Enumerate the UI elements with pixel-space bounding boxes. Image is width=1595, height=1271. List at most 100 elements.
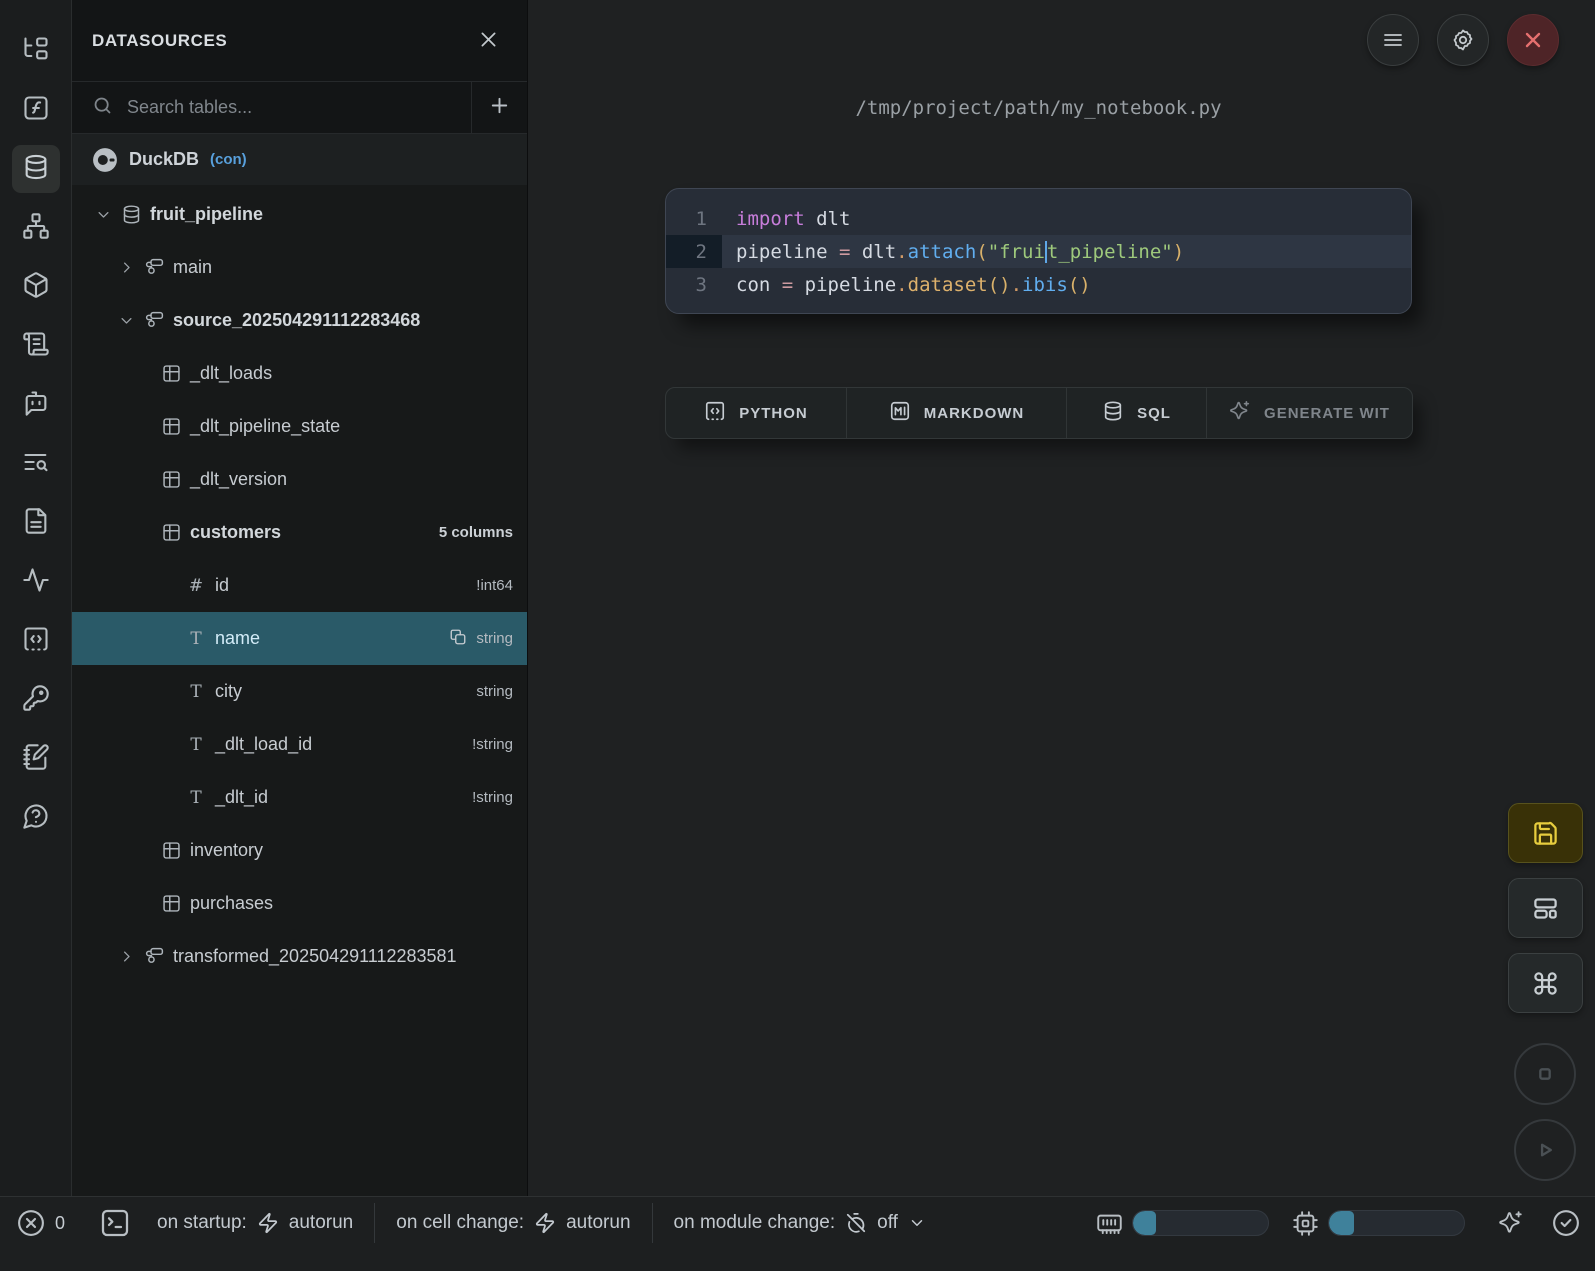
search-input[interactable]: [127, 97, 459, 118]
command-button[interactable]: [1508, 953, 1583, 1013]
tree-row-inventory[interactable]: inventory: [72, 824, 527, 877]
datasources-panel: DATASOURCES DuckDB (con) fruit_pipelinem…: [72, 0, 528, 1196]
add-datasource-button[interactable]: [471, 82, 527, 133]
tree-meta-value: 5 columns: [439, 524, 513, 541]
package-box-icon: [22, 271, 50, 304]
on-cell-change-setting[interactable]: on cell change:autorun: [396, 1212, 630, 1234]
database-icon: [22, 153, 50, 186]
on-module-change-value: off: [877, 1212, 898, 1234]
tree-row-fruit_pipeline[interactable]: fruit_pipeline: [72, 188, 527, 241]
chevron-down-icon[interactable]: [96, 207, 120, 222]
status-check-button[interactable]: [1551, 1208, 1581, 1238]
menu-button[interactable]: [1367, 14, 1419, 66]
add-cell-label: GENERATE WIT: [1264, 405, 1390, 422]
tree-row-transformed_202504291112283581[interactable]: transformed_202504291112283581: [72, 930, 527, 983]
ai-sparkles-button[interactable]: [1498, 1210, 1524, 1236]
memory-usage-meter[interactable]: [1132, 1210, 1269, 1236]
tree-label: _dlt_pipeline_state: [190, 416, 340, 437]
tree-row-customers[interactable]: customers5 columns: [72, 506, 527, 559]
code-cell[interactable]: 1import dlt2pipeline = dlt.attach("fruit…: [665, 188, 1412, 314]
tree-meta-value: !int64: [476, 577, 513, 594]
on-module-change-label: on module change:: [674, 1212, 836, 1234]
ram-icon: [1096, 1210, 1123, 1237]
rail-item-chat-bot[interactable]: [12, 381, 60, 429]
tree-row-main[interactable]: main: [72, 241, 527, 294]
notebook-main-area: /tmp/project/path/my_notebook.py 1import…: [528, 0, 1595, 1196]
close-button[interactable]: [1507, 14, 1559, 66]
tree-meta: string: [449, 628, 513, 650]
save-button[interactable]: [1508, 803, 1583, 863]
cpu-usage-meter[interactable]: [1328, 1210, 1465, 1236]
tree-row-name[interactable]: Tnamestring: [72, 612, 527, 665]
terminal-button[interactable]: [99, 1207, 131, 1239]
add-cell-sql-button[interactable]: SQL: [1066, 388, 1206, 438]
close-icon: [478, 29, 499, 53]
tree-row-_dlt_load_id[interactable]: T_dlt_load_id!string: [72, 718, 527, 771]
tree-meta: string: [476, 683, 513, 700]
rail-item-file-tree[interactable]: [12, 27, 60, 75]
scroll-text-icon: [22, 330, 50, 363]
tree-label: main: [173, 257, 212, 278]
tree-row-city[interactable]: Tcitystring: [72, 665, 527, 718]
tree-meta: 5 columns: [439, 524, 513, 541]
file-text-icon: [22, 507, 50, 540]
rail-item-notebook-pen[interactable]: [12, 735, 60, 783]
datasource-tree: fruit_pipelinemain source_202504291112283…: [72, 185, 527, 983]
tree-row-_dlt_loads[interactable]: _dlt_loads: [72, 347, 527, 400]
rail-item-package-box[interactable]: [12, 263, 60, 311]
rail-item-help-circle[interactable]: [12, 794, 60, 842]
rail-item-key[interactable]: [12, 676, 60, 724]
chevron-right-icon[interactable]: [119, 260, 143, 275]
notebook-pen-icon: [22, 743, 50, 776]
code-line[interactable]: 1import dlt: [666, 202, 1411, 235]
tree-row-source_202504291112283468[interactable]: source_202504291112283468: [72, 294, 527, 347]
string-column-icon: T: [185, 787, 207, 809]
settings-button[interactable]: [1437, 14, 1489, 66]
rail-item-file-text[interactable]: [12, 499, 60, 547]
add-cell-generate-wit-button[interactable]: GENERATE WIT: [1206, 388, 1412, 438]
close-panel-button[interactable]: [473, 26, 503, 56]
rail-item-function-square[interactable]: [12, 86, 60, 134]
connection-badge: (con): [210, 151, 247, 168]
rail-item-text-search[interactable]: [12, 440, 60, 488]
tree-label: transformed_202504291112283581: [173, 946, 457, 967]
errors-indicator[interactable]: 0: [16, 1208, 65, 1238]
add-cell-label: MARKDOWN: [924, 405, 1024, 422]
tree-row-_dlt_pipeline_state[interactable]: _dlt_pipeline_state: [72, 400, 527, 453]
add-cell-markdown-button[interactable]: MARKDOWN: [846, 388, 1066, 438]
add-cell-python-button[interactable]: PYTHON: [666, 388, 846, 438]
tree-label: _dlt_id: [215, 787, 268, 808]
rail-item-activity[interactable]: [12, 558, 60, 606]
tree-meta-value: !string: [472, 736, 513, 753]
on-startup-value: autorun: [289, 1212, 353, 1234]
rail-item-code-square[interactable]: [12, 617, 60, 665]
on-startup-setting[interactable]: on startup:autorun: [157, 1212, 353, 1234]
gear-icon: [1451, 28, 1475, 52]
cpu-usage-fill: [1329, 1211, 1354, 1235]
chevron-down-icon[interactable]: [119, 313, 143, 328]
text-search-icon: [22, 448, 50, 481]
schema-icon: [143, 946, 165, 968]
tree-row-purchases[interactable]: purchases: [72, 877, 527, 930]
add-cell-label: PYTHON: [739, 405, 808, 422]
rail-item-scroll-text[interactable]: [12, 322, 60, 370]
chevron-right-icon[interactable]: [119, 949, 143, 964]
code-content: import dlt: [722, 202, 1411, 235]
copy-icon[interactable]: [449, 628, 467, 650]
connection-row-duckdb[interactable]: DuckDB (con): [72, 134, 527, 185]
tree-row-_dlt_id[interactable]: T_dlt_id!string: [72, 771, 527, 824]
code-line[interactable]: 3con = pipeline.dataset().ibis(): [666, 268, 1411, 301]
tree-row-_dlt_version[interactable]: _dlt_version: [72, 453, 527, 506]
rail-item-database[interactable]: [12, 145, 60, 193]
statusbar-divider: [652, 1203, 653, 1243]
on-module-change-setting[interactable]: on module change: off: [674, 1212, 926, 1234]
zap-icon: [257, 1212, 279, 1234]
stop-button[interactable]: [1514, 1043, 1576, 1105]
rail-item-network[interactable]: [12, 204, 60, 252]
chat-bot-icon: [22, 389, 50, 422]
stop-square-icon: [1531, 1060, 1559, 1088]
run-button[interactable]: [1514, 1119, 1576, 1181]
code-line[interactable]: 2pipeline = dlt.attach("fruit_pipeline"): [666, 235, 1411, 268]
tree-row-id[interactable]: #id!int64: [72, 559, 527, 612]
layout-button[interactable]: [1508, 878, 1583, 938]
